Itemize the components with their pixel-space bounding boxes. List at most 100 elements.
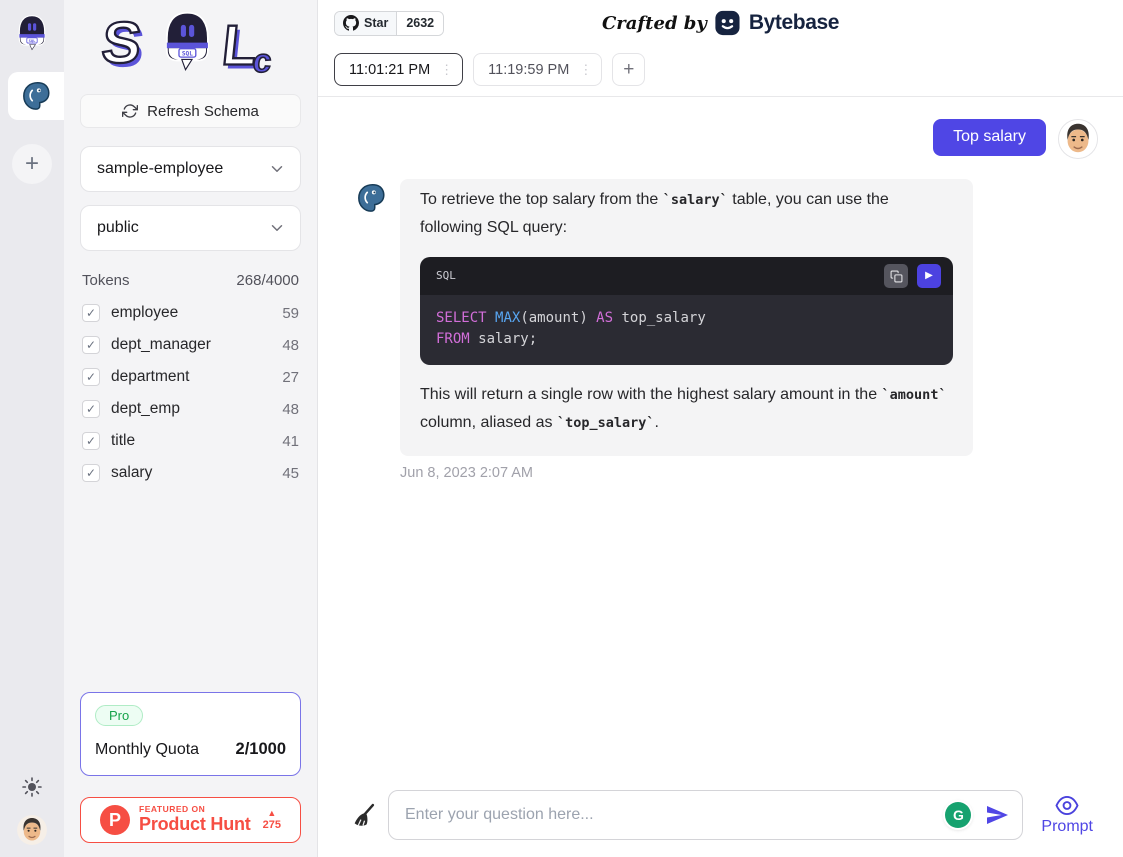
chevron-down-icon: [268, 219, 286, 237]
tokens-header: Tokens 268/4000: [82, 272, 299, 289]
chat-area: Top salary: [318, 97, 1123, 790]
database-select[interactable]: sample-employee: [80, 146, 301, 192]
check-icon: ✓: [86, 339, 96, 351]
code-line: SELECT MAX(amount) AS top_salary: [436, 308, 937, 329]
product-hunt-text: FEATURED ON Product Hunt: [139, 805, 251, 834]
upvote-icon: ▲: [267, 808, 276, 819]
crafted-by-label: Crafted by: [602, 13, 707, 34]
postgres-elephant-icon: [356, 183, 386, 213]
table-token-count: 45: [282, 465, 299, 482]
table-checkbox[interactable]: ✓: [82, 464, 100, 482]
user-avatar-icon: [1059, 120, 1097, 158]
plus-icon: +: [25, 150, 39, 178]
new-connection-button[interactable]: +: [12, 144, 52, 184]
question-input[interactable]: [388, 790, 1023, 840]
refresh-icon: [122, 103, 138, 119]
schema-select[interactable]: public: [80, 205, 301, 251]
user-avatar: [1058, 119, 1098, 159]
check-icon: ✓: [86, 467, 96, 479]
new-conversation-button[interactable]: +: [612, 53, 645, 86]
assistant-paragraph: This will return a single row with the h…: [420, 381, 953, 437]
quota-card[interactable]: Pro Monthly Quota 2/1000: [80, 692, 301, 776]
table-checkbox[interactable]: ✓: [82, 304, 100, 322]
table-checkbox[interactable]: ✓: [82, 400, 100, 418]
sun-icon: [22, 777, 42, 797]
code-language-label: SQL: [436, 262, 456, 290]
check-icon: ✓: [86, 403, 96, 415]
bytebase-logo-icon: [715, 10, 741, 36]
sql-code-block: SQL ▶ SELECT MAX(amount): [420, 257, 953, 365]
table-row: ✓ department 27: [80, 361, 301, 393]
user-account-avatar[interactable]: [17, 815, 47, 845]
schema-select-value: public: [97, 219, 139, 237]
kebab-menu-icon[interactable]: ⋮: [440, 62, 453, 78]
crafted-by[interactable]: Crafted by Bytebase: [602, 10, 839, 36]
table-token-count: 48: [282, 401, 299, 418]
table-name: salary: [111, 464, 271, 482]
copy-code-button[interactable]: [884, 264, 908, 288]
svg-text:S: S: [99, 11, 145, 76]
sqlchat-bot-avatar[interactable]: SQL: [13, 14, 51, 52]
table-row: ✓ title 41: [80, 425, 301, 457]
robot-head-icon: SQL: [13, 14, 51, 52]
database-select-value: sample-employee: [97, 160, 223, 178]
github-star-button[interactable]: Star 2632: [334, 11, 444, 36]
user-message-bubble: Top salary: [933, 119, 1046, 156]
broom-icon: [351, 803, 376, 828]
tokens-total: 268/4000: [236, 272, 299, 289]
code-actions: ▶: [884, 264, 941, 288]
inline-code: `salary`: [663, 192, 728, 208]
table-row: ✓ salary 45: [80, 457, 301, 489]
left-rail: SQL +: [0, 0, 64, 857]
table-row: ✓ dept_manager 48: [80, 329, 301, 361]
conversation-tabs: 11:01:21 PM ⋮ 11:19:59 PM ⋮ +: [318, 46, 1123, 97]
sqlchat-logo: S S SQL L L c: [80, 6, 301, 82]
bytebase-brand-name: Bytebase: [749, 11, 839, 35]
quota-value: 2/1000: [236, 740, 286, 759]
send-icon: [985, 803, 1009, 827]
conversation-tab[interactable]: 11:19:59 PM ⋮: [473, 53, 602, 86]
table-checkbox[interactable]: ✓: [82, 432, 100, 450]
github-icon: [343, 15, 359, 31]
eye-icon: [1054, 795, 1080, 816]
tab-label: 11:01:21 PM: [349, 62, 430, 78]
quota-label: Monthly Quota: [95, 741, 199, 759]
message-timestamp: Jun 8, 2023 2:07 AM: [400, 465, 1098, 481]
table-row: ✓ employee 59: [80, 297, 301, 329]
check-icon: ✓: [86, 371, 96, 383]
svg-text:SQL: SQL: [29, 39, 36, 43]
prompt-button[interactable]: Prompt: [1035, 795, 1099, 836]
assistant-message-row: To retrieve the top salary from the `sal…: [356, 179, 1098, 456]
theme-toggle-button[interactable]: [22, 777, 42, 797]
table-checkbox[interactable]: ✓: [82, 368, 100, 386]
clear-conversation-button[interactable]: [351, 803, 376, 828]
github-star-segment: Star: [335, 12, 397, 35]
check-icon: ✓: [86, 435, 96, 447]
conversation-tab-active[interactable]: 11:01:21 PM ⋮: [334, 53, 463, 86]
kebab-menu-icon[interactable]: ⋮: [579, 62, 592, 78]
table-name: department: [111, 368, 271, 386]
pro-badge: Pro: [95, 705, 143, 726]
main-panel: Star 2632 Crafted by Bytebase 11:01:21 P…: [318, 0, 1123, 857]
question-input-wrap: G: [388, 790, 1023, 840]
chevron-down-icon: [268, 160, 286, 178]
assistant-paragraph: To retrieve the top salary from the `sal…: [420, 186, 953, 242]
star-label: Star: [364, 16, 388, 30]
table-name: dept_emp: [111, 400, 271, 418]
table-token-count: 48: [282, 337, 299, 354]
refresh-schema-label: Refresh Schema: [147, 103, 259, 120]
product-hunt-badge[interactable]: P FEATURED ON Product Hunt ▲ 275: [80, 797, 301, 843]
copy-icon: [890, 270, 903, 283]
product-hunt-vote-count: 275: [263, 819, 281, 832]
refresh-schema-button[interactable]: Refresh Schema: [80, 94, 301, 128]
user-avatar-icon: [17, 815, 47, 845]
svg-text:c: c: [251, 43, 273, 80]
send-button[interactable]: [985, 803, 1009, 827]
composer: G Prompt: [318, 790, 1123, 857]
svg-text:SQL: SQL: [182, 50, 193, 57]
connection-postgres-selected[interactable]: [8, 72, 64, 120]
code-block-body: SELECT MAX(amount) AS top_salaryFROM sal…: [420, 295, 953, 365]
table-checkbox[interactable]: ✓: [82, 336, 100, 354]
product-hunt-name: Product Hunt: [139, 815, 251, 835]
run-query-button[interactable]: ▶: [917, 264, 941, 288]
